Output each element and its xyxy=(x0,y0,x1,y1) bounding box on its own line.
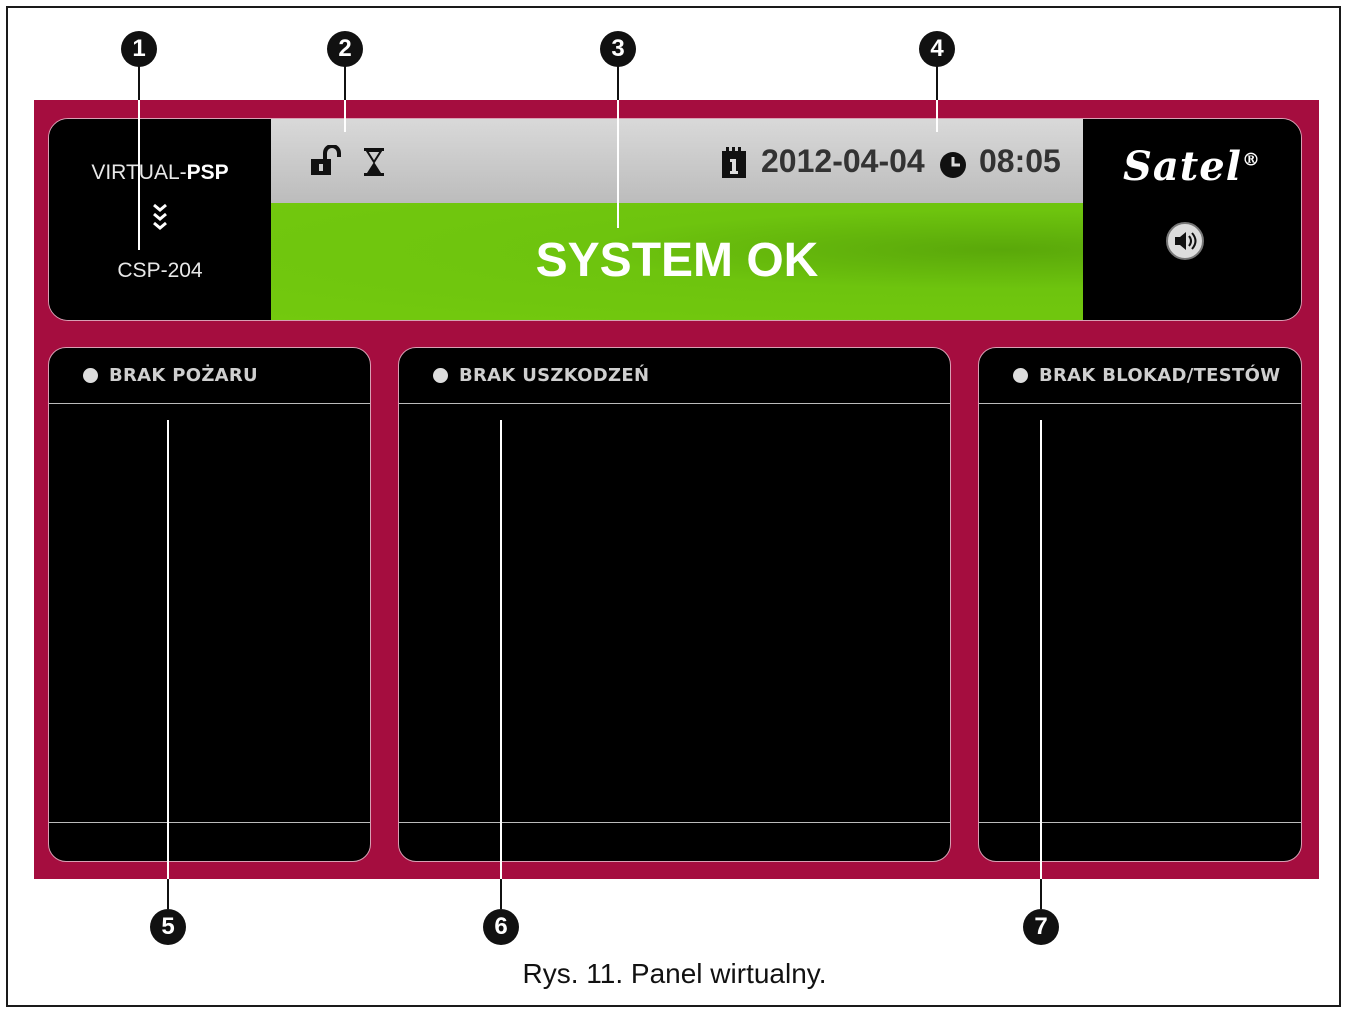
status-area: 2012-04-04 08:05 SYSTEM OK xyxy=(271,119,1083,320)
fire-box-footer xyxy=(49,822,370,823)
faults-box-title: BRAK USZKODZEŃ xyxy=(459,365,650,386)
blocks-box-header: BRAK BLOKAD/TESTÓW xyxy=(979,348,1301,404)
model-suffix: PSP xyxy=(186,161,229,184)
blocks-indicator-dot xyxy=(1013,368,1028,383)
fire-box: BRAK POŻARU xyxy=(48,347,371,862)
callout-line-4-outer xyxy=(936,66,938,100)
blocks-box-footer xyxy=(979,822,1301,823)
fire-box-header: BRAK POŻARU xyxy=(49,348,370,404)
callout-2: 2 xyxy=(327,31,363,67)
system-status-area: SYSTEM OK xyxy=(271,203,1083,320)
lock-open-icon[interactable] xyxy=(309,144,341,182)
callout-3: 3 xyxy=(600,31,636,67)
callout-line-1 xyxy=(138,100,140,250)
model-name: VIRTUAL-PSP xyxy=(49,161,271,185)
board-name: CSP-204 xyxy=(117,259,203,282)
callout-line-6 xyxy=(500,420,502,879)
callout-line-7-outer xyxy=(1040,879,1042,909)
callout-6: 6 xyxy=(483,909,519,945)
fire-box-title: BRAK POŻARU xyxy=(109,365,258,386)
callout-1: 1 xyxy=(121,31,157,67)
time-display: 08:05 xyxy=(979,143,1061,179)
system-status-text: SYSTEM OK xyxy=(535,234,819,287)
callout-line-2-outer xyxy=(344,66,346,100)
fire-indicator-dot xyxy=(83,368,98,383)
callout-line-3-outer xyxy=(617,66,619,100)
calendar-icon xyxy=(721,147,747,184)
callout-5: 5 xyxy=(150,909,186,945)
satel-logo: Satel® xyxy=(1123,143,1261,190)
blocks-box: BRAK BLOKAD/TESTÓW xyxy=(978,347,1302,862)
callout-line-5-outer xyxy=(167,879,169,909)
callout-line-1-outer xyxy=(138,66,140,100)
blocks-box-title: BRAK BLOKAD/TESTÓW xyxy=(1039,365,1281,386)
faults-box-header: BRAK USZKODZEŃ xyxy=(399,348,950,404)
status-bar: 2012-04-04 08:05 xyxy=(271,119,1083,203)
callout-4: 4 xyxy=(919,31,955,67)
faults-box-footer xyxy=(399,822,950,823)
callout-line-2 xyxy=(344,100,346,132)
callout-7: 7 xyxy=(1023,909,1059,945)
chevrons-down-icon[interactable] xyxy=(49,203,271,232)
faults-box: BRAK USZKODZEŃ xyxy=(398,347,951,862)
device-info: VIRTUAL-PSP CSP-204 xyxy=(49,119,271,320)
top-panel: VIRTUAL-PSP CSP-204 xyxy=(48,118,1302,321)
date-display: 2012-04-04 xyxy=(761,143,925,179)
callout-line-6-outer xyxy=(500,879,502,909)
clock-icon xyxy=(939,151,967,184)
brand-area: Satel® xyxy=(1083,119,1301,320)
faults-indicator-dot xyxy=(433,368,448,383)
callout-line-3 xyxy=(617,100,619,228)
callout-line-7 xyxy=(1040,420,1042,879)
hourglass-icon[interactable] xyxy=(363,147,385,182)
figure-caption: Rys. 11. Panel wirtualny. xyxy=(522,958,827,989)
speaker-icon[interactable] xyxy=(1165,221,1205,266)
callout-line-5 xyxy=(167,420,169,879)
callout-line-4 xyxy=(936,100,938,132)
